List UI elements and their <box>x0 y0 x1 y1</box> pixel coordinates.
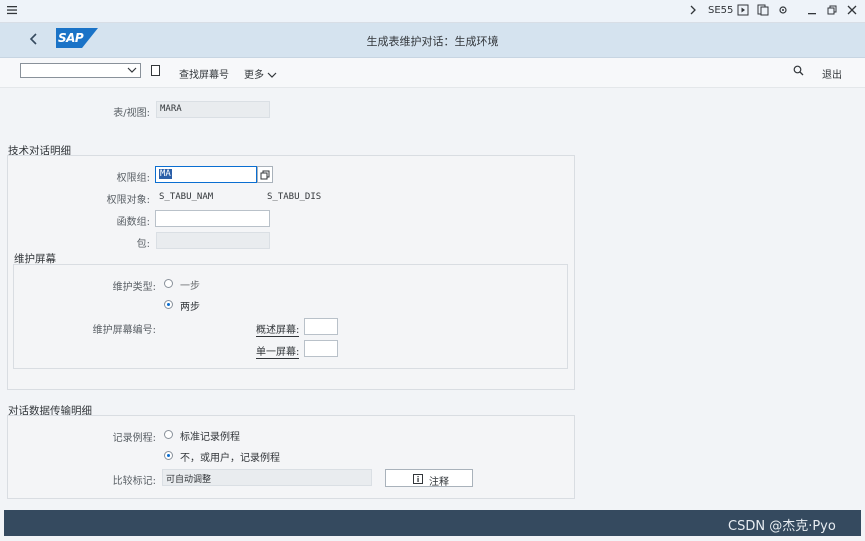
compare-field: 可自动调整 <box>162 469 372 486</box>
overview-screen-field[interactable] <box>304 318 338 335</box>
page-title: 生成表维护对话：生成环境 <box>366 35 499 48</box>
minimize-icon[interactable] <box>806 4 818 16</box>
screen-no-label: 维护屏幕编号: <box>92 325 156 336</box>
watermark: CSDN @杰克·Pyo <box>728 519 836 534</box>
restore-icon[interactable] <box>826 4 838 16</box>
more-label: 更多 <box>244 70 264 81</box>
auth-object-2: S_TABU_DIS <box>267 192 322 202</box>
auth-group-label: 权限组: <box>116 173 150 184</box>
new-session-icon[interactable] <box>757 4 769 16</box>
table-view-label: 表/视图: <box>113 108 150 119</box>
value-help-button[interactable] <box>257 166 273 183</box>
auth-group-field[interactable]: MA <box>155 166 257 183</box>
menu-icon[interactable] <box>6 4 18 16</box>
function-group-field[interactable] <box>155 210 270 227</box>
compare-label: 比较标记: <box>112 476 156 487</box>
note-label: 注释 <box>429 477 449 488</box>
overview-screen-label: 概述屏幕: <box>256 321 300 337</box>
table-view-field: MARA <box>156 101 270 118</box>
copy-icon[interactable] <box>151 65 160 76</box>
execute-icon[interactable] <box>737 4 749 16</box>
auth-object-1: S_TABU_NAM <box>159 192 214 202</box>
system-bar: SE55 <box>0 0 865 23</box>
routine-label: 记录例程: <box>112 433 156 444</box>
search-icon[interactable] <box>793 65 804 79</box>
no-routine-radio[interactable] <box>164 451 173 460</box>
no-routine-label: 不，或用户，记录例程 <box>180 453 280 464</box>
chevron-down-icon <box>267 72 277 78</box>
maint-type-label: 维护类型: <box>112 282 156 293</box>
chevron-right-icon[interactable] <box>687 4 699 16</box>
auth-object-label: 权限对象: <box>106 195 150 206</box>
single-screen-field[interactable] <box>304 340 338 357</box>
one-step-radio[interactable] <box>164 279 173 288</box>
one-step-label: 一步 <box>180 281 200 292</box>
toolbar-dropdown[interactable] <box>20 63 141 78</box>
function-group-label: 函数组: <box>116 217 150 228</box>
more-button[interactable]: 更多 <box>244 66 277 81</box>
exit-button[interactable]: 退出 <box>822 66 842 81</box>
two-step-radio[interactable] <box>164 300 173 309</box>
package-field <box>156 232 270 249</box>
info-icon <box>413 474 423 487</box>
std-routine-radio[interactable] <box>164 430 173 439</box>
single-screen-label: 单一屏幕: <box>256 343 300 359</box>
settings-icon[interactable] <box>777 4 789 16</box>
find-screen-button[interactable]: 查找屏幕号 <box>179 66 229 81</box>
transaction-code: SE55 <box>708 5 734 16</box>
close-icon[interactable] <box>846 4 858 16</box>
chevron-down-icon <box>127 64 137 79</box>
std-routine-label: 标准记录例程 <box>180 432 240 443</box>
back-arrow-icon[interactable] <box>26 31 42 47</box>
value-help-icon <box>260 170 270 180</box>
note-button[interactable]: 注释 <box>385 469 473 488</box>
two-step-label: 两步 <box>180 302 200 313</box>
package-label: 包: <box>136 239 150 250</box>
